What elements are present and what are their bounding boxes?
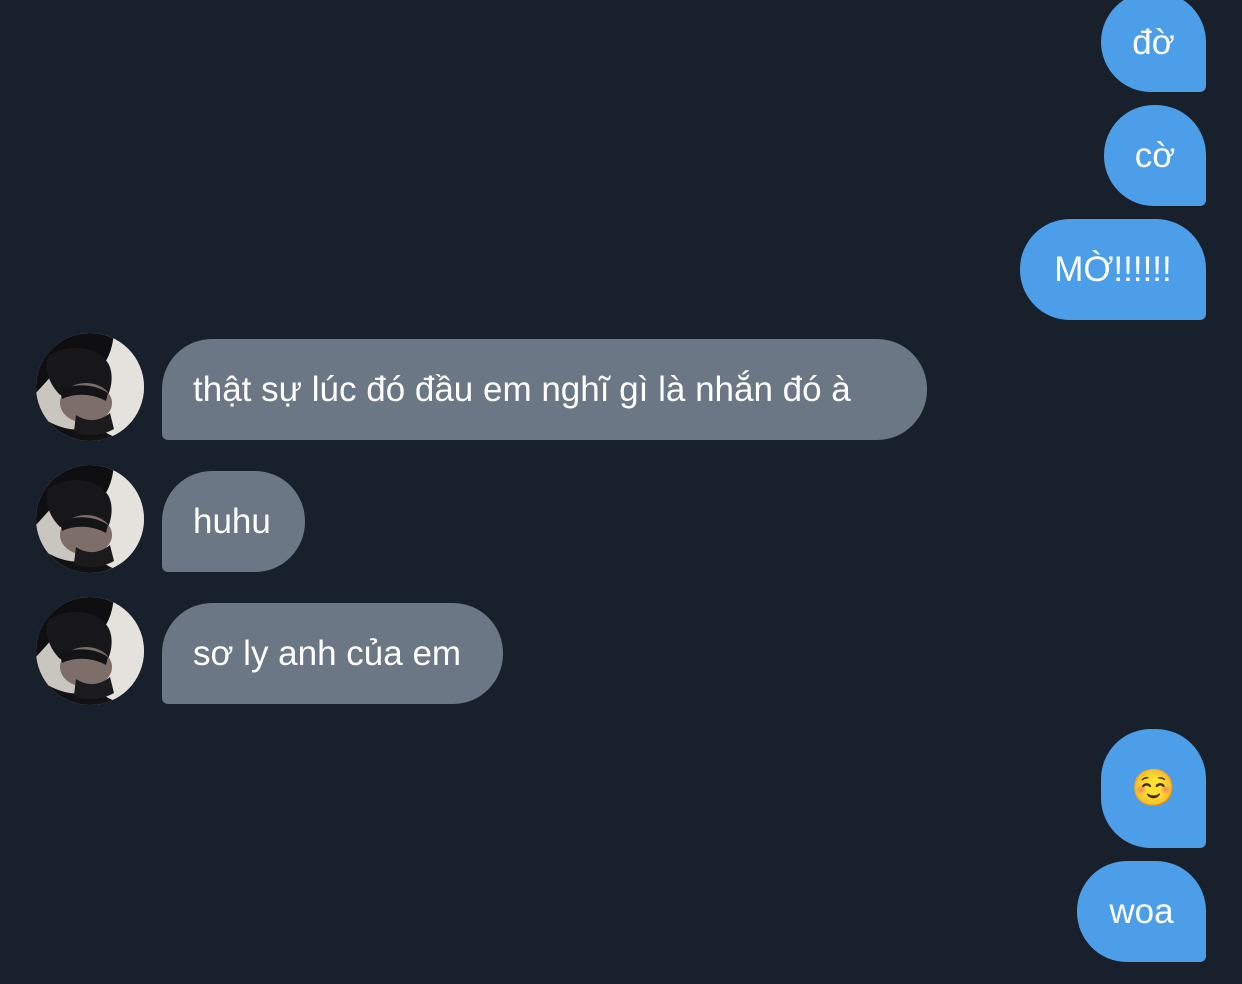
message-bubble-received[interactable]: thật sự lúc đó đầu em nghĩ gì là nhắn đó…: [162, 339, 927, 440]
message-text: đờ: [1132, 22, 1175, 62]
message-text: thật sự lúc đó đầu em nghĩ gì là nhắn đó…: [193, 370, 851, 409]
message-bubble-received[interactable]: sơ ly anh của em: [162, 603, 503, 704]
message-text: sơ ly anh của em: [193, 634, 462, 673]
avatar[interactable]: [36, 333, 144, 441]
message-bubble-sent[interactable]: cờ: [1104, 105, 1206, 206]
message-text: MỜ!!!!!!: [1054, 250, 1172, 289]
message-bubble-sent[interactable]: MỜ!!!!!!: [1020, 219, 1206, 320]
message-text: cờ: [1134, 136, 1176, 175]
avatar[interactable]: [36, 597, 144, 705]
message-bubble-received[interactable]: huhu: [162, 471, 305, 572]
message-bubble-sent[interactable]: ☺️: [1101, 729, 1206, 848]
avatar[interactable]: [36, 465, 144, 573]
message-text: huhu: [193, 502, 271, 541]
message-bubble-sent[interactable]: đờ: [1101, 0, 1206, 92]
smiling-face-emoji: ☺️: [1131, 767, 1176, 809]
message-text: woa: [1109, 892, 1174, 931]
message-bubble-sent[interactable]: woa: [1077, 861, 1206, 962]
